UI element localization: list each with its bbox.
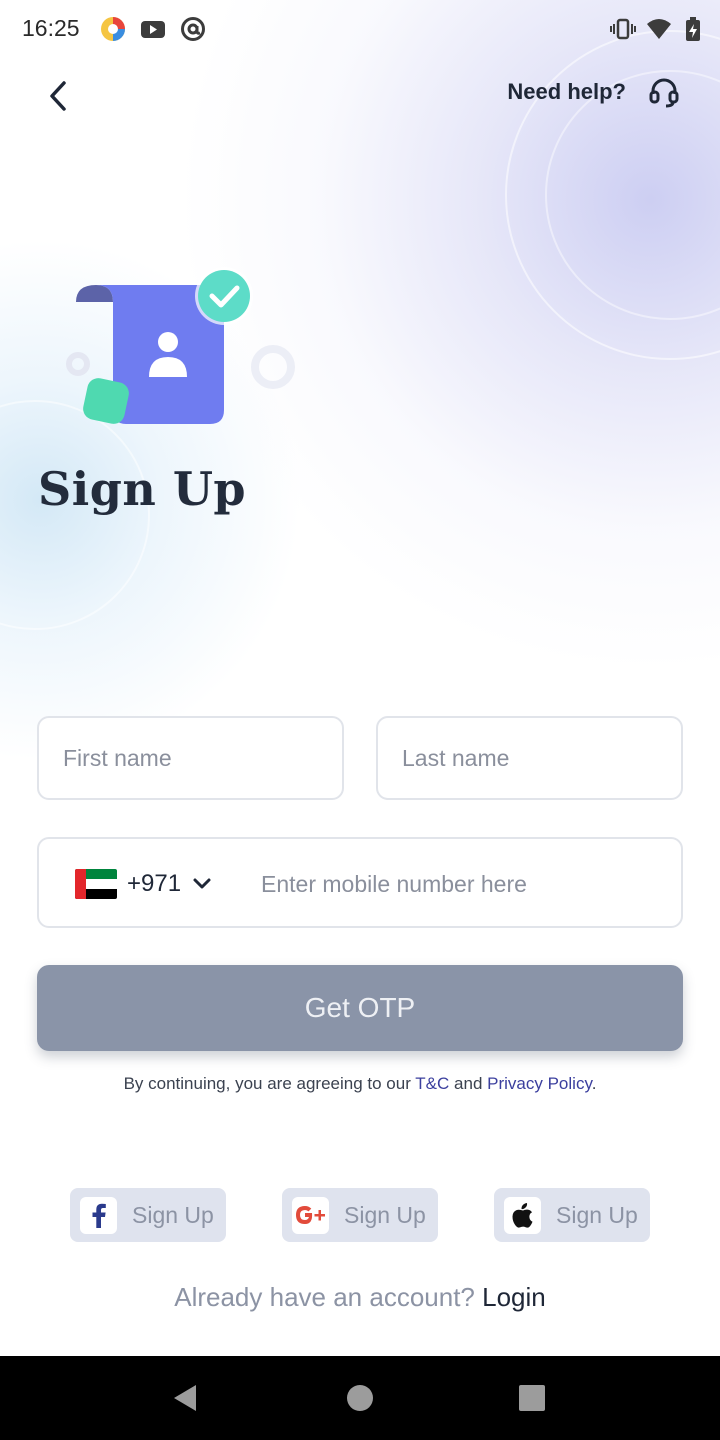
google-plus-icon xyxy=(295,1206,325,1224)
login-link[interactable]: Login xyxy=(482,1282,546,1312)
country-code-label: +971 xyxy=(127,870,182,897)
youtube-icon xyxy=(141,21,165,38)
nav-back-button[interactable] xyxy=(165,1378,205,1418)
vibrate-icon xyxy=(610,18,636,40)
terms-and: and xyxy=(454,1074,483,1093)
status-time: 16:25 xyxy=(22,15,80,41)
privacy-policy-link[interactable]: Privacy Policy xyxy=(487,1074,592,1093)
apple-signup-label: Sign Up xyxy=(556,1201,638,1228)
uae-flag-icon xyxy=(75,869,117,899)
need-help-label: Need help? xyxy=(507,79,626,104)
get-otp-button[interactable]: Get OTP xyxy=(37,965,683,1051)
need-help-link[interactable]: Need help? xyxy=(507,76,680,108)
apple-icon xyxy=(512,1203,532,1228)
last-name-input[interactable] xyxy=(402,744,657,772)
terms-prefix: By continuing, you are agreeing to our xyxy=(123,1074,411,1093)
battery-charging-icon xyxy=(686,17,700,41)
chevron-left-icon xyxy=(50,81,66,111)
last-name-field-container xyxy=(376,716,683,800)
facebook-icon xyxy=(92,1203,106,1228)
contact-card-with-check-icon xyxy=(66,267,295,424)
terms-suffix: . xyxy=(591,1074,597,1093)
nav-recents-icon xyxy=(519,1385,545,1411)
login-prompt: Already have an account? Login xyxy=(0,1282,720,1313)
nav-recents-button[interactable] xyxy=(512,1378,552,1418)
browser-app-icon xyxy=(101,17,125,41)
top-bar: Need help? xyxy=(0,60,720,132)
country-code-selector[interactable]: +971 xyxy=(75,865,213,903)
tc-link[interactable]: T&C xyxy=(415,1074,449,1093)
mobile-field-container: +971 xyxy=(37,837,683,928)
chevron-down-icon xyxy=(193,878,211,889)
nav-home-button[interactable] xyxy=(340,1378,380,1418)
page-title: Sign Up xyxy=(38,462,247,516)
login-prompt-text: Already have an account? xyxy=(174,1282,475,1312)
first-name-field-container xyxy=(37,716,344,800)
headset-icon xyxy=(649,78,679,108)
nav-home-icon xyxy=(347,1385,373,1411)
status-bar: 16:25 xyxy=(0,0,720,56)
apple-signup-button[interactable]: Sign Up xyxy=(494,1188,650,1242)
google-plus-signup-button[interactable]: Sign Up xyxy=(282,1188,438,1242)
at-sign-icon xyxy=(181,17,205,41)
facebook-signup-label: Sign Up xyxy=(132,1201,214,1228)
back-button[interactable] xyxy=(36,74,80,118)
first-name-input[interactable] xyxy=(63,744,318,772)
background-gradient xyxy=(0,0,720,1356)
wifi-icon xyxy=(647,19,671,39)
system-navigation-bar xyxy=(0,1356,720,1440)
terms-text: By continuing, you are agreeing to our T… xyxy=(0,1074,720,1094)
nav-back-icon xyxy=(174,1385,196,1411)
mobile-number-input[interactable] xyxy=(261,863,661,905)
google-plus-signup-label: Sign Up xyxy=(344,1201,426,1228)
facebook-signup-button[interactable]: Sign Up xyxy=(70,1188,226,1242)
